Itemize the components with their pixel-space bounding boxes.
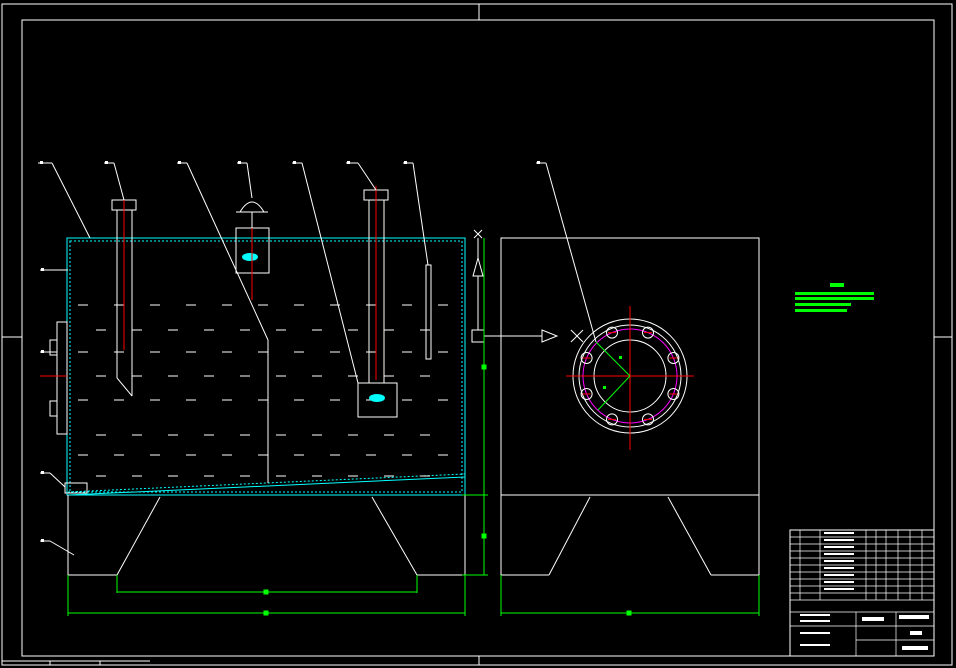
flange-face	[566, 306, 694, 450]
front-dimensions	[67, 238, 488, 616]
note-line-2	[795, 297, 874, 300]
title-block-entry	[824, 546, 854, 548]
title-block-entry	[824, 567, 854, 569]
leader-lines	[38, 162, 597, 556]
sheet-corner-marks	[2, 660, 150, 665]
note-line-1	[795, 292, 874, 295]
side-view	[500, 237, 760, 616]
title-block	[789, 529, 935, 657]
liquid-level-marks	[78, 304, 448, 477]
title-block-entry	[824, 532, 854, 534]
sheet-frame	[1, 3, 953, 666]
title-block-entry	[824, 581, 854, 583]
note-line-4	[795, 309, 847, 312]
front-view	[38, 161, 597, 616]
left-flange	[40, 321, 68, 435]
title-block-entry	[824, 539, 854, 541]
technical-notes	[795, 283, 874, 312]
saddle-supports	[67, 495, 466, 593]
outlet-pipe	[357, 186, 398, 418]
title-block-entry	[824, 553, 854, 555]
vent-cap	[235, 201, 270, 300]
title-block-entry	[824, 574, 854, 576]
note-heading-bar	[830, 283, 844, 287]
cad-drawing-canvas	[1, 3, 953, 666]
level-gauge	[425, 264, 432, 360]
right-nozzle	[471, 229, 559, 343]
inlet-pipe	[111, 199, 137, 397]
tank-shell	[66, 237, 466, 496]
title-block-entry	[824, 560, 854, 562]
note-line-3	[795, 303, 851, 306]
title-block-entry	[824, 588, 854, 590]
